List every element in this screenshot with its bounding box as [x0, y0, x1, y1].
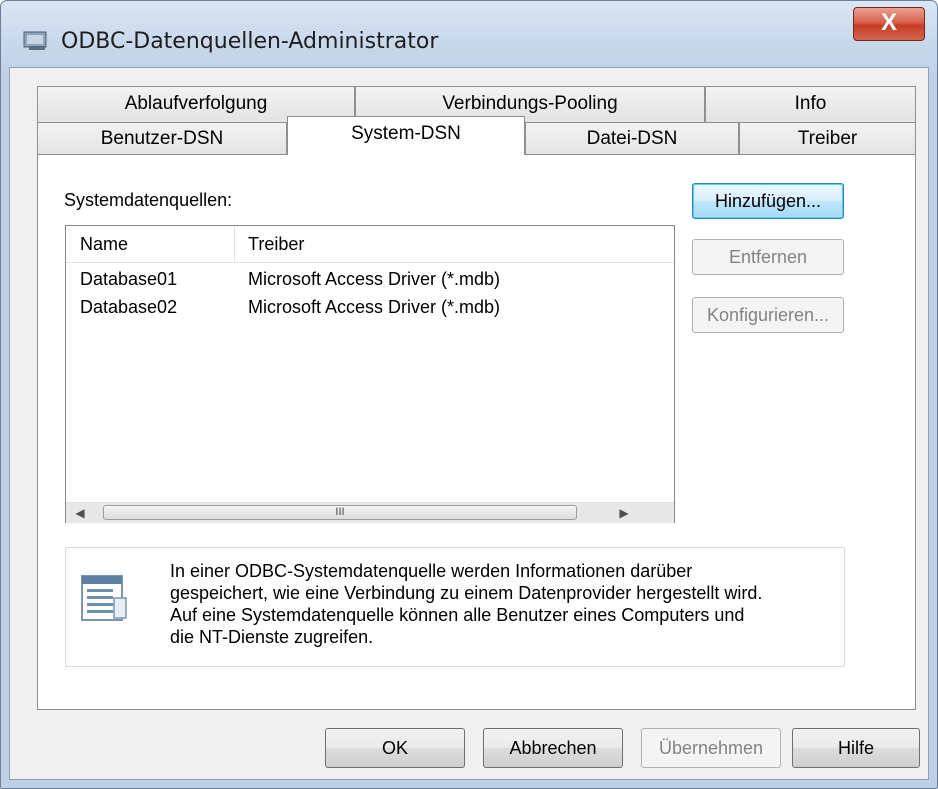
column-header-name[interactable]: Name [80, 234, 128, 255]
data-source-icon [81, 575, 127, 621]
dsn-driver: Microsoft Access Driver (*.mdb) [248, 269, 501, 289]
tab-system-dsn[interactable]: System-DSN [287, 116, 525, 155]
list-header: Name Treiber [66, 226, 674, 263]
info-line: Auf eine Systemdatenquelle können alle B… [170, 605, 745, 625]
tab-label: System-DSN [351, 123, 461, 144]
thumb-grip: III [335, 506, 345, 518]
system-data-sources-label: Systemdatenquellen: [64, 190, 233, 210]
info-box: In einer ODBC-Systemdatenquelle werden I… [65, 547, 845, 667]
data-source-list[interactable]: Name Treiber Database01 Microsoft Access… [65, 225, 675, 523]
add-button[interactable]: Hinzufügen... [692, 183, 844, 219]
tab-label: Verbindungs-Pooling [442, 93, 618, 114]
scroll-right-icon[interactable]: ▶ [614, 503, 634, 523]
tab-label: Info [794, 93, 827, 114]
cancel-button[interactable]: Abbrechen [483, 728, 623, 768]
dsn-name: Database02 [80, 297, 178, 317]
info-line: In einer ODBC-Systemdatenquelle werden I… [170, 561, 693, 581]
table-row[interactable]: Database02 Microsoft Access Driver (*.md… [66, 294, 674, 322]
window-title: ODBC-Datenquellen-Administrator [61, 29, 439, 54]
title-bar[interactable]: ODBC-Datenquellen-Administrator X [1, 1, 937, 65]
close-button[interactable]: X [853, 7, 925, 41]
tab-label: Benutzer-DSN [100, 128, 224, 149]
column-header-driver[interactable]: Treiber [248, 234, 304, 255]
tab-datei-dsn[interactable]: Datei-DSN [525, 122, 739, 155]
column-divider[interactable] [234, 226, 235, 262]
close-icon: X [880, 9, 897, 36]
apply-button[interactable]: Übernehmen [641, 728, 781, 768]
info-description: In einer ODBC-Systemdatenquelle werden I… [170, 560, 840, 648]
tab-treiber[interactable]: Treiber [739, 122, 916, 155]
tab-info[interactable]: Info [705, 86, 916, 122]
tab-benutzer-dsn[interactable]: Benutzer-DSN [37, 122, 287, 155]
scroll-thumb[interactable]: III [103, 505, 577, 520]
dsn-name: Database01 [80, 269, 178, 289]
odbc-admin-window: ODBC-Datenquellen-Administrator X Ablauf… [0, 0, 938, 789]
remove-button[interactable]: Entfernen [692, 239, 844, 275]
system-dsn-panel: Systemdatenquellen: Name Treiber Databas… [37, 154, 916, 710]
tab-label: Treiber [797, 128, 858, 149]
info-line: die NT-Dienste zugreifen. [170, 627, 374, 647]
database-admin-icon [23, 31, 47, 50]
help-button[interactable]: Hilfe [792, 728, 920, 768]
tab-label: Datei-DSN [586, 128, 678, 149]
configure-button[interactable]: Konfigurieren... [692, 297, 844, 333]
dsn-driver: Microsoft Access Driver (*.mdb) [248, 297, 501, 317]
dialog-client-area: Ablaufverfolgung Verbindungs-Pooling Inf… [9, 67, 929, 780]
table-row[interactable]: Database01 Microsoft Access Driver (*.md… [66, 266, 674, 294]
scroll-left-icon[interactable]: ◀ [70, 503, 90, 523]
tab-label: Ablaufverfolgung [124, 93, 268, 114]
info-line: gespeichert, wie eine Verbindung zu eine… [170, 583, 763, 603]
horizontal-scrollbar[interactable]: ◀ III ▶ [66, 502, 674, 523]
ok-button[interactable]: OK [325, 728, 465, 768]
